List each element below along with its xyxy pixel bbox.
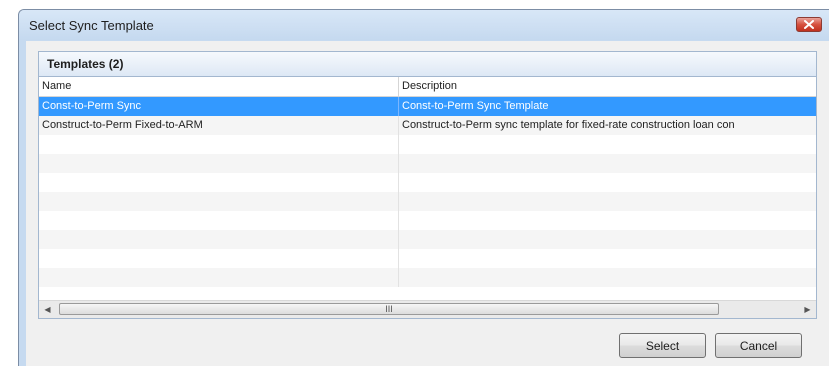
empty-row xyxy=(39,192,816,211)
row-description-cell: Construct-to-Perm sync template for fixe… xyxy=(402,119,735,131)
table-row[interactable]: Const-to-Perm Sync Const-to-Perm Sync Te… xyxy=(39,97,816,116)
column-header-name[interactable]: Name xyxy=(39,77,399,96)
empty-row xyxy=(39,230,816,249)
empty-row xyxy=(39,135,816,154)
scroll-right-icon: ▶ xyxy=(804,305,811,314)
templates-panel-header: Templates (2) xyxy=(39,52,816,77)
column-header-description[interactable]: Description xyxy=(399,77,816,96)
templates-grid[interactable]: Name Description Const-to-Perm Sync Cons… xyxy=(39,77,816,302)
scroll-left-button[interactable]: ◀ xyxy=(39,301,56,318)
empty-row xyxy=(39,154,816,173)
row-name-cell: Const-to-Perm Sync xyxy=(39,97,399,116)
title-bar[interactable]: Select Sync Template xyxy=(19,10,829,40)
row-description-cell: Const-to-Perm Sync Template xyxy=(402,100,549,112)
close-button[interactable] xyxy=(796,17,822,32)
horizontal-scrollbar[interactable]: ◀ III ▶ xyxy=(39,300,816,318)
close-icon xyxy=(804,20,814,29)
cancel-button[interactable]: Cancel xyxy=(715,333,802,358)
scroll-thumb[interactable]: III xyxy=(59,303,719,315)
row-name-cell: Construct-to-Perm Fixed-to-ARM xyxy=(39,116,399,135)
templates-panel: Templates (2) Name Description Const-to-… xyxy=(38,51,817,319)
select-sync-template-dialog: Select Sync Template Templates (2) Name … xyxy=(18,9,829,366)
dialog-body: Templates (2) Name Description Const-to-… xyxy=(26,41,829,366)
scroll-right-button[interactable]: ▶ xyxy=(799,301,816,318)
empty-row xyxy=(39,173,816,192)
scroll-left-icon: ◀ xyxy=(44,305,51,314)
empty-row xyxy=(39,211,816,230)
column-header-row: Name Description xyxy=(39,77,816,97)
empty-row xyxy=(39,249,816,268)
empty-row xyxy=(39,268,816,287)
templates-panel-title: Templates (2) xyxy=(47,57,124,71)
template-rows: Const-to-Perm Sync Const-to-Perm Sync Te… xyxy=(39,97,816,302)
table-row[interactable]: Construct-to-Perm Fixed-to-ARM Construct… xyxy=(39,116,816,135)
scroll-grip: III xyxy=(385,304,393,314)
select-button[interactable]: Select xyxy=(619,333,706,358)
dialog-title: Select Sync Template xyxy=(29,18,154,33)
